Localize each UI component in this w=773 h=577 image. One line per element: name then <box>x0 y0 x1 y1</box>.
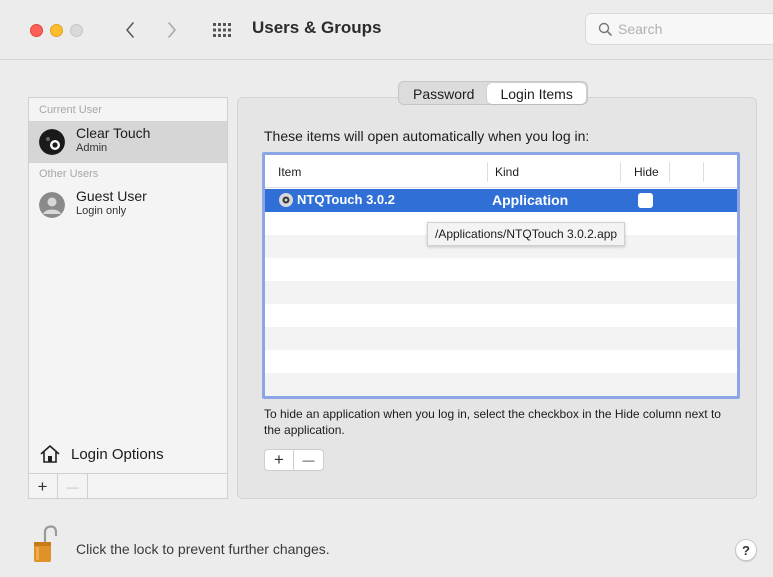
tab-bar: Password Login Items <box>398 81 588 105</box>
lock-message: Click the lock to prevent further change… <box>76 541 330 557</box>
search-icon <box>598 22 612 36</box>
table-header: Item Kind Hide <box>265 155 737 188</box>
help-button[interactable]: ? <box>735 539 757 561</box>
forward-button[interactable] <box>160 16 184 44</box>
search-field[interactable] <box>585 13 773 45</box>
table-row <box>265 258 737 281</box>
home-icon <box>40 445 60 463</box>
remove-user-button[interactable]: — <box>58 474 88 499</box>
show-all-button[interactable] <box>212 20 232 40</box>
current-user-section-label: Current User <box>39 104 102 116</box>
search-input[interactable] <box>618 21 748 37</box>
user-name: Guest User <box>76 188 147 204</box>
column-separator <box>703 162 704 182</box>
window-title: Users & Groups <box>252 18 382 37</box>
table-row <box>265 327 737 350</box>
other-users-section-label: Other Users <box>39 168 99 180</box>
minimize-button[interactable] <box>50 24 63 37</box>
login-items-add-remove: + — <box>264 449 324 471</box>
remove-login-item-button[interactable]: — <box>294 450 323 470</box>
item-cell: NTQTouch 3.0.2 <box>279 192 395 207</box>
column-header-hide[interactable]: Hide <box>634 165 659 179</box>
column-header-kind[interactable]: Kind <box>495 165 519 179</box>
zoom-button[interactable] <box>70 24 83 37</box>
table-row <box>265 304 737 327</box>
close-button[interactable] <box>30 24 43 37</box>
back-button[interactable] <box>118 16 142 44</box>
table-row <box>265 350 737 373</box>
add-user-button[interactable]: + <box>28 474 58 499</box>
path-tooltip: /Applications/NTQTouch 3.0.2.app <box>427 222 626 246</box>
lock-icon[interactable] <box>33 525 57 563</box>
title-bar: Users & Groups <box>0 0 773 60</box>
column-separator <box>487 162 488 182</box>
login-options-label: Login Options <box>71 445 164 463</box>
login-options-item[interactable]: Login Options <box>39 442 164 466</box>
user-name: Clear Touch <box>76 125 151 141</box>
hide-checkbox[interactable] <box>638 193 653 208</box>
table-row[interactable]: NTQTouch 3.0.2 Application <box>265 189 737 212</box>
sidebar-item-guest-user[interactable]: Guest User Login only <box>29 184 227 226</box>
user-role: Admin <box>76 142 108 154</box>
forward-chevron-icon <box>168 22 176 38</box>
hide-hint-text: To hide an application when you log in, … <box>264 407 721 437</box>
item-name: NTQTouch 3.0.2 <box>297 192 395 207</box>
column-separator <box>620 162 621 182</box>
tab-login-items[interactable]: Login Items <box>487 83 586 104</box>
user-role: Login only <box>76 205 127 217</box>
avatar-icon <box>39 192 65 218</box>
table-row <box>265 373 737 396</box>
users-sidebar: Current User Clear Touch Admin Other Use… <box>28 97 228 499</box>
column-separator <box>669 162 670 182</box>
avatar-icon <box>39 129 65 155</box>
sidebar-item-clear-touch[interactable]: Clear Touch Admin <box>29 121 227 163</box>
grid-icon <box>213 23 231 37</box>
kind-cell: Application <box>492 192 569 208</box>
table-row <box>265 281 737 304</box>
app-icon <box>279 192 293 207</box>
column-header-item[interactable]: Item <box>278 165 301 179</box>
back-chevron-icon <box>126 22 134 38</box>
users-groups-window: Users & Groups Current User Clear Touch … <box>0 0 773 577</box>
login-items-intro: These items will open automatically when… <box>264 128 590 144</box>
sidebar-toolbar: + — <box>28 473 228 499</box>
login-items-table[interactable]: Item Kind Hide NTQTouch 3.0.2 Applicatio… <box>262 152 740 399</box>
add-login-item-button[interactable]: + <box>265 450 294 470</box>
tab-password[interactable]: Password <box>400 83 487 104</box>
